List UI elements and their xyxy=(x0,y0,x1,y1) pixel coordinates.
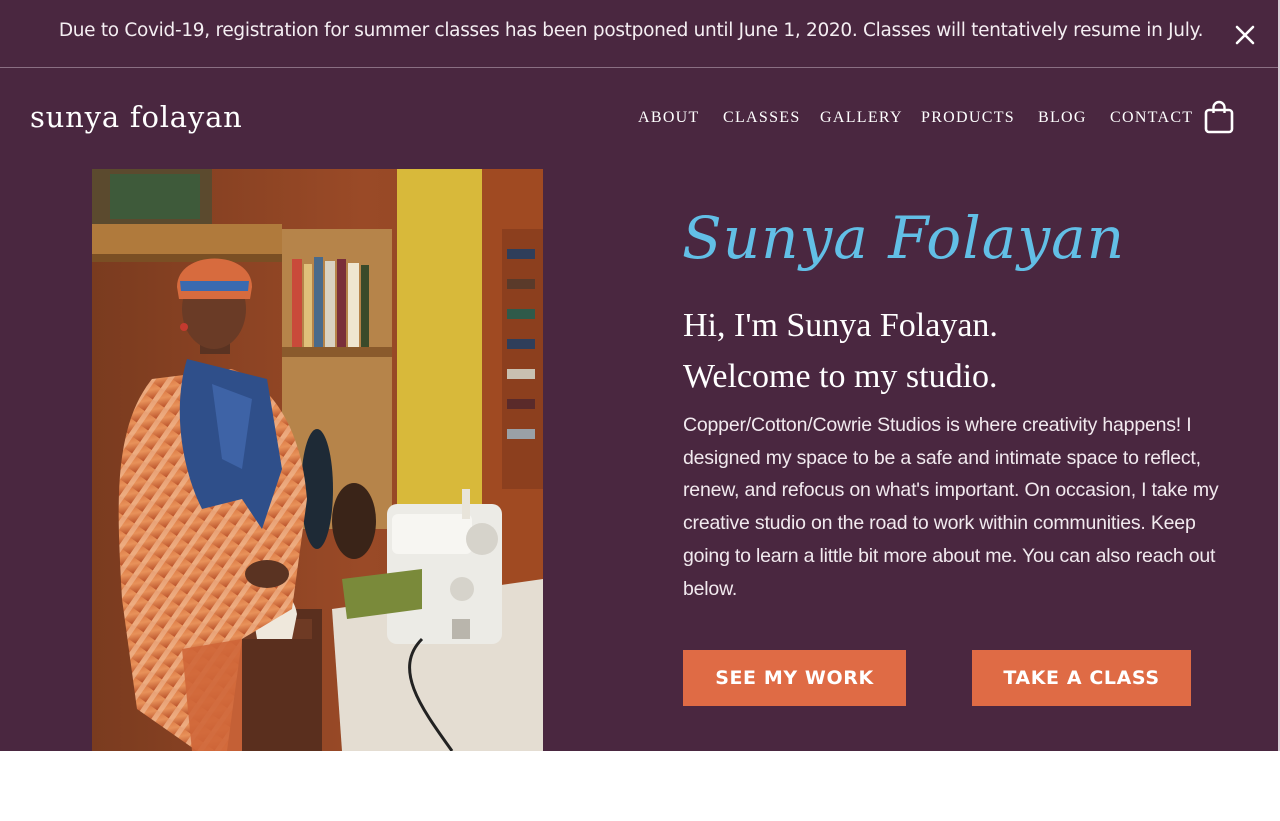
hero-headline: Hi, I'm Sunya Folayan. Welcome to my stu… xyxy=(683,300,1243,402)
nav-item-gallery[interactable]: GALLERY xyxy=(820,109,903,127)
take-a-class-button[interactable]: TAKE A CLASS xyxy=(972,650,1191,706)
studio-portrait-photo xyxy=(92,169,543,751)
site-hero-section: Due to Covid-19, registration for summer… xyxy=(0,0,1278,751)
see-my-work-button[interactable]: SEE MY WORK xyxy=(683,650,906,706)
nav-item-about[interactable]: ABOUT xyxy=(638,109,700,127)
announcement-text: Due to Covid-19, registration for summer… xyxy=(58,20,1204,41)
headline-line-1: Hi, I'm Sunya Folayan. xyxy=(683,307,998,344)
nav-item-classes[interactable]: CLASSES xyxy=(723,109,801,127)
announcement-bar: Due to Covid-19, registration for summer… xyxy=(0,0,1278,68)
nav-item-blog[interactable]: BLOG xyxy=(1038,109,1087,127)
intro-paragraph: Copper/Cotton/Cowrie Studios is where cr… xyxy=(683,414,1219,600)
headline-line-2: Welcome to my studio. xyxy=(683,358,998,395)
script-name-title: Sunya Folayan xyxy=(682,204,1126,272)
shopping-bag-icon[interactable] xyxy=(1204,100,1234,134)
nav-item-contact[interactable]: CONTACT xyxy=(1110,109,1193,127)
site-logo[interactable]: sunya folayan xyxy=(30,100,243,134)
nav-item-products[interactable]: PRODUCTS xyxy=(921,109,1015,127)
close-icon[interactable] xyxy=(1232,22,1258,48)
